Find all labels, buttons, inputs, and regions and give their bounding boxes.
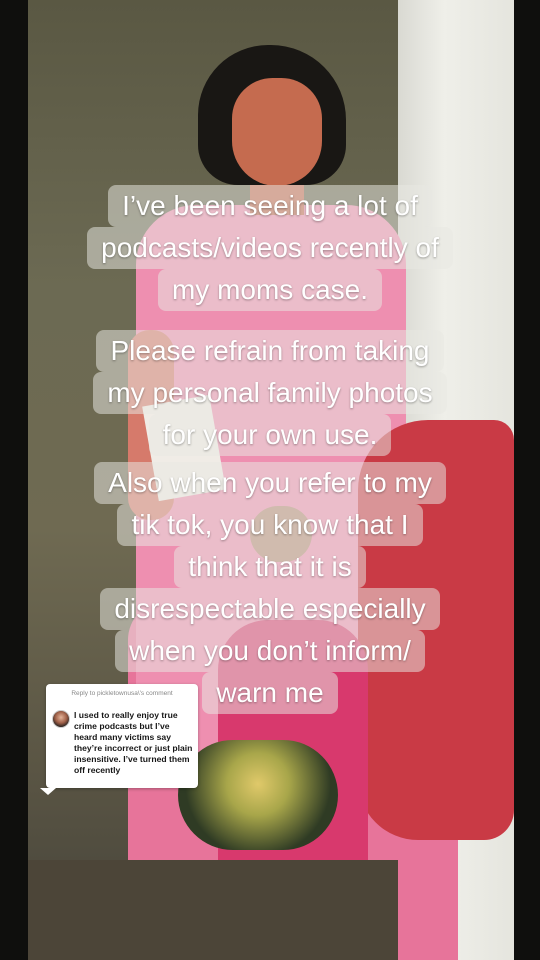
caption-line: think that it is [174, 546, 366, 588]
caption-block-1: I’ve been seeing a lot of podcasts/video… [0, 185, 540, 311]
reply-comment-text: I used to really enjoy true crime podcas… [74, 710, 193, 775]
user-avatar-icon [52, 710, 70, 728]
caption-line: I’ve been seeing a lot of [108, 185, 432, 227]
caption-line: my personal family photos [93, 372, 447, 414]
photo-floor [28, 860, 398, 960]
caption-line: when you don’t inform/ [115, 630, 425, 672]
caption-line: my moms case. [157, 269, 383, 311]
caption-line: tik tok, you know that I [117, 504, 423, 546]
caption-block-2: Please refrain from taking my personal f… [0, 330, 540, 456]
caption-line: disrespectable especially [100, 588, 440, 630]
photo-bouquet [178, 740, 338, 850]
caption-line: Also when you refer to my [94, 462, 446, 504]
caption-line: warn me [202, 672, 338, 714]
caption-line: Please refrain from taking [96, 330, 444, 372]
caption-line: podcasts/videos recently of [87, 227, 453, 269]
caption-block-3: Also when you refer to my tik tok, you k… [0, 462, 540, 714]
reply-sticker-tail [40, 788, 56, 795]
reply-comment-sticker[interactable]: Reply to pickletownusa\'s comment I used… [46, 684, 198, 788]
reply-header: Reply to pickletownusa\'s comment [71, 690, 173, 697]
video-frame[interactable]: I’ve been seeing a lot of podcasts/video… [0, 0, 540, 960]
caption-line: for your own use. [148, 414, 392, 456]
photo-face [232, 78, 322, 186]
